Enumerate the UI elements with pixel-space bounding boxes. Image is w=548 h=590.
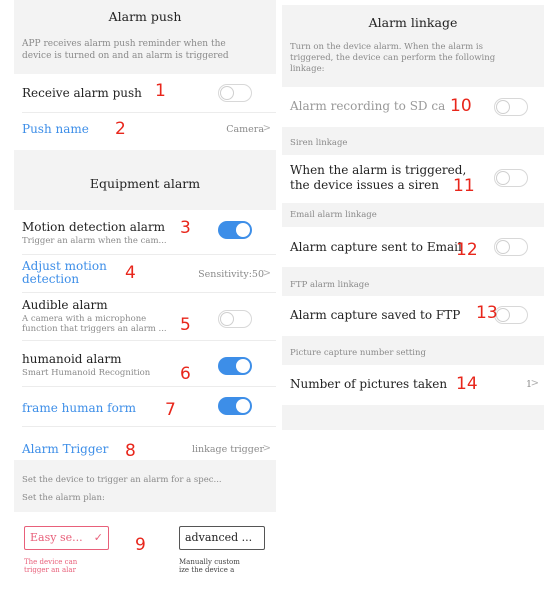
annotation-number: 8 (125, 441, 136, 461)
alarm-push-hint: APP receives alarm push reminder when th… (22, 39, 229, 61)
humanoid-alarm-sub: Smart Humanoid Recognition (22, 368, 151, 378)
alarm-plan-hint: Set the device to trigger an alarm for a… (22, 475, 222, 485)
sensitivity-value[interactable]: Sensitivity:50 (198, 269, 264, 280)
annotation-number: 13 (476, 303, 498, 323)
sd-recording-card: Alarm recording to SD ca (282, 87, 544, 127)
ftp-card: Alarm capture saved to FTP (282, 296, 544, 336)
chevron-right-icon: > (530, 378, 539, 389)
humanoid-alarm-label: humanoid alarm (22, 352, 122, 366)
pictures-card[interactable]: Number of pictures taken 1 > (282, 365, 544, 405)
divider (22, 386, 276, 387)
pictures-label: Number of pictures taken (290, 377, 448, 391)
annotation-number: 2 (115, 119, 126, 139)
push-name-value[interactable]: Camera (226, 124, 264, 135)
alarm-push-card: Receive alarm push Push name Camera > (14, 74, 276, 150)
email-card: Alarm capture sent to Email (282, 227, 544, 267)
divider (22, 254, 276, 255)
audible-alarm-sub: A camera with a microphone function that… (22, 314, 167, 334)
annotation-number: 6 (180, 364, 191, 384)
humanoid-alarm-toggle[interactable] (218, 357, 252, 375)
sd-recording-toggle[interactable] (494, 98, 528, 116)
divider (22, 292, 276, 293)
divider (22, 112, 276, 113)
chevron-right-icon: > (262, 443, 271, 454)
annotation-number: 11 (453, 176, 475, 196)
easy-setup-desc: The device can trigger an alar (24, 558, 78, 574)
alarm-trigger-label[interactable]: Alarm Trigger (22, 442, 108, 456)
divider (22, 340, 276, 341)
frame-human-form-toggle[interactable] (218, 397, 252, 415)
annotation-number: 9 (135, 535, 146, 555)
sd-recording-label: Alarm recording to SD ca (290, 99, 446, 113)
motion-detection-label: Motion detection alarm (22, 220, 166, 234)
advanced-setup-button[interactable]: advanced ... (179, 526, 265, 550)
siren-linkage-header: Siren linkage (290, 138, 348, 148)
audible-alarm-label: Audible alarm (22, 298, 108, 312)
ftp-toggle[interactable] (494, 306, 528, 324)
advanced-setup-desc: Manually custom ize the device a (179, 558, 240, 574)
ftp-linkage-header: FTP alarm linkage (290, 280, 370, 290)
alarm-trigger-value[interactable]: linkage trigger (192, 444, 264, 455)
alarm-linkage-hint: Turn on the device alarm. When the alarm… (290, 42, 496, 74)
ftp-label: Alarm capture saved to FTP (290, 308, 461, 322)
annotation-number: 7 (165, 400, 176, 420)
alarm-linkage-title: Alarm linkage (368, 15, 458, 30)
adjust-motion-detection-label[interactable]: Adjust motion detection (22, 260, 107, 286)
email-label: Alarm capture sent to Email (290, 240, 462, 254)
receive-alarm-push-label: Receive alarm push (22, 86, 142, 100)
annotation-number: 12 (456, 240, 478, 260)
email-linkage-header: Email alarm linkage (290, 210, 377, 220)
siren-toggle[interactable] (494, 169, 528, 187)
alarm-linkage-panel: Alarm linkage Turn on the device alarm. … (282, 5, 544, 430)
chevron-right-icon: > (262, 268, 271, 279)
siren-card: When the alarm is triggered, the device … (282, 155, 544, 203)
annotation-number: 14 (456, 374, 478, 394)
divider (22, 426, 276, 427)
capture-setting-header: Picture capture number setting (290, 348, 426, 358)
annotation-number: 3 (180, 218, 191, 238)
checkmark-icon: ✓ (93, 531, 103, 544)
siren-label: When the alarm is triggered, the device … (290, 163, 467, 192)
push-name-label[interactable]: Push name (22, 122, 89, 136)
motion-detection-sub: Trigger an alarm when the cam... (22, 236, 167, 246)
email-toggle[interactable] (494, 238, 528, 256)
alarm-settings-panel: Alarm push APP receives alarm push remin… (14, 0, 276, 590)
annotation-number: 10 (450, 96, 472, 116)
alarm-push-title: Alarm push (108, 9, 182, 24)
receive-alarm-push-toggle[interactable] (218, 84, 252, 102)
equipment-alarm-card: Motion detection alarm Trigger an alarm … (14, 210, 276, 460)
audible-alarm-toggle[interactable] (218, 310, 252, 328)
annotation-number: 4 (125, 263, 136, 283)
frame-human-form-label: frame human form (22, 401, 136, 415)
annotation-number: 5 (180, 315, 191, 335)
equipment-alarm-title: Equipment alarm (89, 176, 201, 191)
annotation-number: 1 (155, 81, 166, 101)
chevron-right-icon: > (262, 123, 271, 134)
alarm-plan-label: Set the alarm plan: (22, 493, 105, 503)
easy-setup-button[interactable]: Easy se... ✓ (24, 526, 109, 550)
motion-detection-toggle[interactable] (218, 221, 252, 239)
